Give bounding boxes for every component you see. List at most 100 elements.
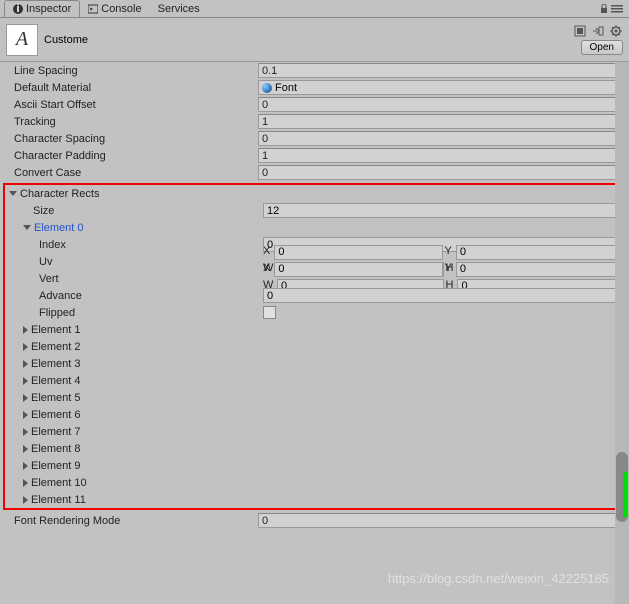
prop-default-material: Default Material Font <box>0 79 629 96</box>
char-padding-input[interactable] <box>258 148 629 163</box>
element-5-foldout[interactable]: Element 5 <box>5 389 624 406</box>
prop-character-padding: Character Padding <box>0 147 629 164</box>
y-label: Y <box>445 245 454 260</box>
foldout-label: Element 2 <box>31 341 81 353</box>
element-9-foldout[interactable]: Element 9 <box>5 457 624 474</box>
character-rects-foldout[interactable]: Character Rects <box>5 185 624 202</box>
flipped-row: Flipped <box>5 304 624 321</box>
label: Character Spacing <box>14 133 258 145</box>
foldout-label: Element 8 <box>31 443 81 455</box>
chevron-right-icon <box>23 326 28 334</box>
uv-x-input[interactable] <box>274 245 442 260</box>
chevron-right-icon <box>23 462 28 470</box>
watermark: https://blog.csdn.net/weixin_42225185 <box>388 571 609 586</box>
foldout-label: Element 5 <box>31 392 81 404</box>
label: Vert <box>39 273 263 285</box>
tab-bar: i Inspector Console Services <box>0 0 629 18</box>
label: Ascii Start Offset <box>14 99 258 111</box>
asset-bundle-icon[interactable] <box>573 24 587 38</box>
foldout-label: Element 6 <box>31 409 81 421</box>
element-2-foldout[interactable]: Element 2 <box>5 338 624 355</box>
vert-y-input[interactable] <box>456 262 624 277</box>
element-8-foldout[interactable]: Element 8 <box>5 440 624 457</box>
prop-line-spacing: Line Spacing <box>0 62 629 79</box>
y-label: Y <box>445 262 454 277</box>
element-4-foldout[interactable]: Element 4 <box>5 372 624 389</box>
chevron-right-icon <box>23 496 28 504</box>
line-spacing-input[interactable] <box>258 63 629 78</box>
asset-header: A Custome Open <box>0 18 629 62</box>
properties-panel: Line Spacing Default Material Font Ascii… <box>0 62 629 529</box>
foldout-label: Element 0 <box>34 222 84 234</box>
material-field[interactable]: Font <box>258 80 629 95</box>
context-menu-icon[interactable] <box>611 4 623 14</box>
font-asset-icon: A <box>6 24 38 56</box>
prop-character-spacing: Character Spacing <box>0 130 629 147</box>
chevron-right-icon <box>23 445 28 453</box>
lock-icon[interactable] <box>599 4 609 14</box>
label: Character Padding <box>14 150 258 162</box>
element-3-foldout[interactable]: Element 3 <box>5 355 624 372</box>
label: Convert Case <box>14 167 258 179</box>
convert-case-input[interactable] <box>258 165 629 180</box>
material-icon <box>262 83 272 93</box>
chevron-down-icon <box>23 225 31 230</box>
preset-icon[interactable] <box>591 24 605 38</box>
prop-tracking: Tracking <box>0 113 629 130</box>
tab-label: Console <box>101 3 141 15</box>
tab-inspector[interactable]: i Inspector <box>4 0 80 17</box>
font-rendering-input[interactable] <box>258 513 629 528</box>
tab-services[interactable]: Services <box>150 1 208 17</box>
chevron-right-icon <box>23 411 28 419</box>
tracking-input[interactable] <box>258 114 629 129</box>
foldout-label: Element 4 <box>31 375 81 387</box>
chevron-right-icon <box>23 479 28 487</box>
material-value: Font <box>275 82 297 94</box>
element-1-foldout[interactable]: Element 1 <box>5 321 624 338</box>
asset-title: Custome <box>44 34 573 46</box>
chevron-down-icon <box>9 191 17 196</box>
size-row: Size <box>5 202 624 219</box>
element-0-foldout[interactable]: Element 0 <box>5 219 624 236</box>
label: Flipped <box>39 307 263 319</box>
tab-console[interactable]: Console <box>80 1 149 17</box>
label: Font Rendering Mode <box>14 515 258 527</box>
scroll-indicator <box>623 472 627 517</box>
foldout-label: Element 7 <box>31 426 81 438</box>
chevron-right-icon <box>23 394 28 402</box>
tab-label: Services <box>158 3 200 15</box>
foldout-label: Element 3 <box>31 358 81 370</box>
size-input[interactable] <box>263 203 624 218</box>
advance-row: Advance <box>5 287 624 304</box>
chevron-right-icon <box>23 428 28 436</box>
element-7-foldout[interactable]: Element 7 <box>5 423 624 440</box>
flipped-checkbox[interactable] <box>263 306 276 319</box>
vert-x-input[interactable] <box>274 262 442 277</box>
foldout-label: Character Rects <box>20 188 99 200</box>
element-6-foldout[interactable]: Element 6 <box>5 406 624 423</box>
open-button[interactable]: Open <box>581 40 623 55</box>
foldout-label: Element 1 <box>31 324 81 336</box>
ascii-offset-input[interactable] <box>258 97 629 112</box>
character-rects-section: Character Rects Size Element 0 Index Uv … <box>3 183 626 510</box>
vert-row: Vert X Y W H <box>5 270 624 287</box>
prop-font-rendering-mode: Font Rendering Mode <box>0 512 629 529</box>
svg-text:i: i <box>16 4 19 14</box>
prop-convert-case: Convert Case <box>0 164 629 181</box>
foldout-label: Element 10 <box>31 477 87 489</box>
label: Uv <box>39 256 263 268</box>
tab-label: Inspector <box>26 3 71 15</box>
scrollbar[interactable] <box>615 62 629 604</box>
chevron-right-icon <box>23 343 28 351</box>
gear-icon[interactable] <box>609 24 623 38</box>
foldout-label: Element 11 <box>31 494 86 506</box>
chevron-right-icon <box>23 360 28 368</box>
element-10-foldout[interactable]: Element 10 <box>5 474 624 491</box>
element-11-foldout[interactable]: Element 11 <box>5 491 624 508</box>
foldout-label: Element 9 <box>31 460 81 472</box>
label: Tracking <box>14 116 258 128</box>
uv-y-input[interactable] <box>456 245 624 260</box>
advance-input[interactable] <box>263 288 624 303</box>
label: Size <box>33 205 263 217</box>
char-spacing-input[interactable] <box>258 131 629 146</box>
